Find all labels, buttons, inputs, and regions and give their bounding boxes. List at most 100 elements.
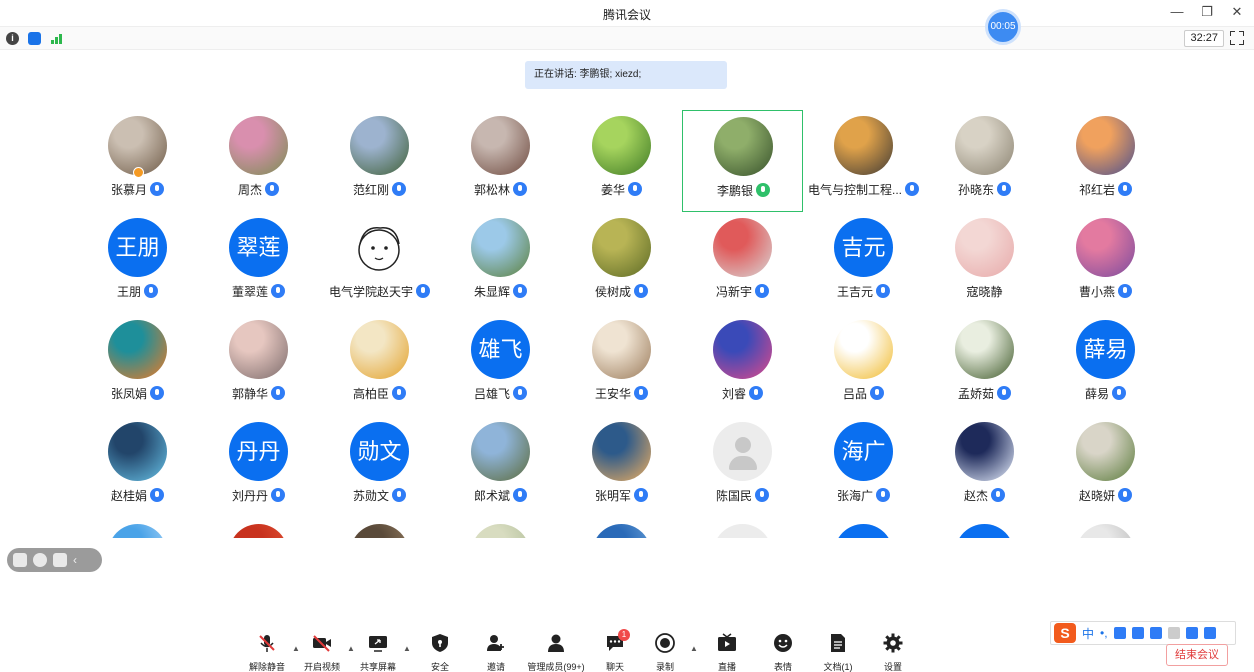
participant-tile[interactable]: 朱显辉: [440, 212, 561, 314]
mic-muted-icon[interactable]: [271, 386, 285, 400]
participant-tile[interactable]: 曹小燕: [1045, 212, 1166, 314]
participant-tile[interactable]: 冯新宇: [682, 212, 803, 314]
participant-tile[interactable]: 电气学院赵天宇: [319, 212, 440, 314]
mic-muted-icon[interactable]: [876, 284, 890, 298]
mic-muted-icon[interactable]: [144, 284, 158, 298]
mic-muted-icon[interactable]: [150, 182, 164, 196]
participant-tile[interactable]: 高柏臣: [319, 314, 440, 416]
participant-tile[interactable]: 勋文 苏勋文: [319, 416, 440, 518]
mic-icon[interactable]: [634, 284, 648, 298]
live-button[interactable]: 直播: [697, 633, 757, 672]
participant-tile[interactable]: 赵杰: [924, 416, 1045, 518]
participant-tile[interactable]: 郎术斌: [440, 416, 561, 518]
mic-muted-icon[interactable]: [416, 284, 430, 298]
mic-muted-icon[interactable]: [513, 488, 527, 502]
participant-tile[interactable]: 薛易 薛易: [1045, 314, 1166, 416]
mic-muted-icon[interactable]: [628, 182, 642, 196]
participant-tile[interactable]: [319, 518, 440, 538]
members-button[interactable]: 管理成员(99+): [526, 633, 586, 672]
shield-icon[interactable]: [28, 32, 41, 45]
mic-muted-icon[interactable]: [749, 386, 763, 400]
mic-muted-icon[interactable]: [271, 284, 285, 298]
chat-bubble-icon[interactable]: [53, 553, 67, 567]
unmute-button[interactable]: 解除静音: [237, 633, 297, 672]
mic-muted-icon[interactable]: [755, 284, 769, 298]
minimize-icon[interactable]: —: [1170, 4, 1184, 20]
participant-tile[interactable]: 丹丹 刘丹丹: [198, 416, 319, 518]
sogou-logo[interactable]: S: [1054, 623, 1076, 643]
end-meeting-button[interactable]: 结束会议: [1166, 644, 1228, 666]
participant-tile[interactable]: 张凤娟: [77, 314, 198, 416]
participant-tile[interactable]: 范红刚: [319, 110, 440, 212]
participant-tile[interactable]: [924, 518, 1045, 538]
info-icon[interactable]: i: [6, 32, 19, 45]
participant-tile[interactable]: [77, 518, 198, 538]
mic-muted-icon[interactable]: [150, 488, 164, 502]
layout-grid-icon[interactable]: [13, 553, 27, 567]
participant-tile[interactable]: 吕品: [803, 314, 924, 416]
participant-tile[interactable]: 郭静华: [198, 314, 319, 416]
participant-tile[interactable]: [440, 518, 561, 538]
participant-tile[interactable]: 张慕月: [77, 110, 198, 212]
video-button[interactable]: 开启视频: [292, 633, 352, 672]
participant-tile[interactable]: [682, 518, 803, 538]
participant-tile[interactable]: 海广 张海广: [803, 416, 924, 518]
participant-tile[interactable]: 祁红岩: [1045, 110, 1166, 212]
mic-muted-icon[interactable]: [392, 488, 406, 502]
mic-muted-icon[interactable]: [997, 386, 1011, 400]
participant-tile[interactable]: [561, 518, 682, 538]
voice-input-icon[interactable]: [1131, 627, 1144, 639]
mic-muted-icon[interactable]: [513, 182, 527, 196]
participant-tile[interactable]: 李鹏银: [682, 110, 803, 212]
participant-tile[interactable]: 姜华: [561, 110, 682, 212]
mic-muted-icon[interactable]: [755, 488, 769, 502]
participant-tile[interactable]: 孙晓东: [924, 110, 1045, 212]
participant-tile[interactable]: 张明军: [561, 416, 682, 518]
participant-tile[interactable]: [1045, 518, 1166, 538]
participant-tile[interactable]: 雄飞 吕雄飞: [440, 314, 561, 416]
participant-tile[interactable]: 翠莲 董翠莲: [198, 212, 319, 314]
participant-tile[interactable]: 周杰: [198, 110, 319, 212]
mic-muted-icon[interactable]: [1118, 182, 1132, 196]
mic-muted-icon[interactable]: [1118, 284, 1132, 298]
mic-muted-icon[interactable]: [870, 386, 884, 400]
mic-muted-icon[interactable]: [271, 488, 285, 502]
record-button[interactable]: 录制: [635, 633, 695, 672]
docs-button[interactable]: 文档(1): [808, 633, 868, 672]
mic-muted-icon[interactable]: [513, 284, 527, 298]
recording-timer[interactable]: 00:05: [985, 9, 1021, 45]
signal-icon[interactable]: [50, 32, 63, 45]
participant-tile[interactable]: 孟娇茹: [924, 314, 1045, 416]
participant-tile[interactable]: 王安华: [561, 314, 682, 416]
mic-muted-icon[interactable]: [634, 386, 648, 400]
toolbox-icon[interactable]: [1203, 627, 1216, 639]
emoji-icon[interactable]: [1113, 627, 1126, 639]
keyboard-icon[interactable]: [1149, 627, 1162, 639]
user-icon[interactable]: [1167, 627, 1180, 639]
mic-muted-icon[interactable]: [634, 488, 648, 502]
skin-icon[interactable]: [1185, 627, 1198, 639]
share-button[interactable]: 共享屏幕: [348, 633, 408, 672]
participant-tile[interactable]: [198, 518, 319, 538]
mic-muted-icon[interactable]: [1112, 386, 1126, 400]
mic-muted-icon[interactable]: [265, 182, 279, 196]
mic-muted-icon[interactable]: [991, 488, 1005, 502]
participant-tile[interactable]: 吉元 王吉元: [803, 212, 924, 314]
mic-muted-icon[interactable]: [513, 386, 527, 400]
invite-button[interactable]: 邀请: [466, 633, 526, 672]
participant-tile[interactable]: 侯树成: [561, 212, 682, 314]
close-icon[interactable]: ✕: [1230, 4, 1244, 20]
mic-muted-icon[interactable]: [997, 182, 1011, 196]
participant-tile[interactable]: 刘睿: [682, 314, 803, 416]
emoji-button[interactable]: 表情: [753, 633, 813, 672]
mic-muted-icon[interactable]: [1118, 488, 1132, 502]
mic-icon[interactable]: [756, 183, 770, 197]
participant-tile[interactable]: 王朋 王朋: [77, 212, 198, 314]
participant-tile[interactable]: 陈国民: [682, 416, 803, 518]
collapse-chevron-icon[interactable]: ‹: [73, 553, 83, 567]
participant-tile[interactable]: 寇晓静: [924, 212, 1045, 314]
participant-tile[interactable]: 郭松林: [440, 110, 561, 212]
participant-tile[interactable]: 赵晓妍: [1045, 416, 1166, 518]
mic-muted-icon[interactable]: [392, 182, 406, 196]
ime-mode[interactable]: 中: [1082, 625, 1094, 642]
